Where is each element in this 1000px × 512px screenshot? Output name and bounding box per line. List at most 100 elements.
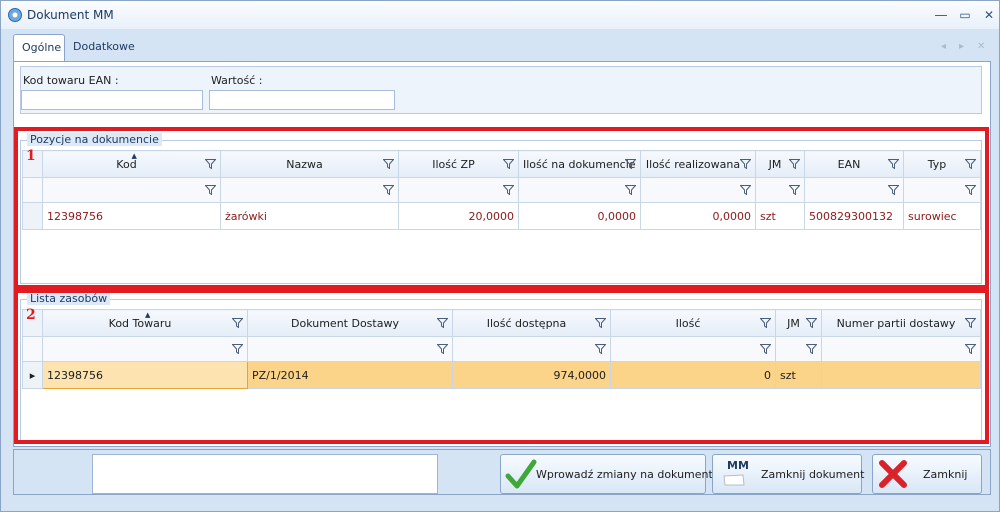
status-box <box>92 454 438 494</box>
filter-icon[interactable] <box>740 185 751 195</box>
filter-cell[interactable] <box>903 177 981 203</box>
cell-ilosc-dostepna[interactable]: 974,0000 <box>452 361 611 389</box>
column-header-ilosc-real[interactable]: Ilość realizowana <box>640 150 756 178</box>
annotation-number-2: 2 <box>26 307 36 323</box>
filter-cell[interactable] <box>610 336 776 362</box>
tab-general[interactable]: Ogólne <box>13 34 65 62</box>
filter-icon[interactable] <box>625 159 636 169</box>
cell-ilosc[interactable]: 0 <box>610 361 776 389</box>
filter-icon[interactable] <box>232 318 243 328</box>
filter-icon[interactable] <box>503 159 514 169</box>
table-row-selected[interactable]: ▸ 12398756 PZ/1/2014 974,0000 0 szt <box>22 361 981 389</box>
cell-ilosc-zp[interactable]: 20,0000 <box>398 202 519 230</box>
column-header-ilosc-dok[interactable]: Ilość na dokumencie <box>518 150 641 178</box>
filter-cell[interactable] <box>220 177 399 203</box>
cell-ilosc-real[interactable]: 0,0000 <box>640 202 756 230</box>
filter-cell[interactable] <box>804 177 904 203</box>
filter-icon[interactable] <box>740 159 751 169</box>
filter-icon[interactable] <box>205 159 216 169</box>
column-header-jm[interactable]: JM <box>775 309 822 337</box>
filter-icon[interactable] <box>625 185 636 195</box>
filter-icon[interactable] <box>760 318 771 328</box>
column-header-ilosc[interactable]: Ilość <box>610 309 776 337</box>
column-header-kod[interactable]: ▲ Kod <box>42 150 221 178</box>
filter-cell[interactable] <box>398 177 519 203</box>
filter-icon[interactable] <box>789 185 800 195</box>
tab-close-icon[interactable]: ✕ <box>977 41 989 52</box>
cell-jm[interactable]: szt <box>755 202 805 230</box>
cell-kod-towaru[interactable]: 12398756 <box>42 361 248 389</box>
filter-cell[interactable] <box>518 177 641 203</box>
app-gear-icon <box>8 8 22 22</box>
minimize-icon[interactable]: ― <box>931 5 951 25</box>
column-header-ilosc-zp[interactable]: Ilość ZP <box>398 150 519 178</box>
window: Dokument MM ― ▭ ✕ Ogólne Dodatkowe ◂ ▸ ✕… <box>0 0 1000 512</box>
filter-cell[interactable] <box>640 177 756 203</box>
tab-additional[interactable]: Dodatkowe <box>65 34 143 62</box>
title-bar: Dokument MM ― ▭ ✕ <box>1 1 999 29</box>
filter-icon[interactable] <box>595 318 606 328</box>
maximize-icon[interactable]: ▭ <box>955 5 975 25</box>
filter-cell[interactable] <box>775 336 822 362</box>
cell-jm[interactable]: szt <box>775 361 822 389</box>
filter-icon[interactable] <box>760 344 771 354</box>
close-document-label: Zamknij dokument <box>761 468 865 481</box>
column-header-jm[interactable]: JM <box>755 150 805 178</box>
filter-row <box>22 177 981 203</box>
sort-asc-icon: ▲ <box>145 311 151 319</box>
document-mm-icon-text: MM <box>727 459 749 472</box>
table-row[interactable]: 12398756 żarówki 20,0000 0,0000 0,0000 s… <box>22 202 981 230</box>
filter-cell[interactable] <box>452 336 611 362</box>
filter-icon[interactable] <box>888 159 899 169</box>
filter-icon[interactable] <box>437 344 448 354</box>
filter-icon[interactable] <box>789 159 800 169</box>
filter-cell[interactable] <box>42 336 248 362</box>
cell-kod[interactable]: 12398756 <box>42 202 221 230</box>
column-header-ilosc-dostepna[interactable]: Ilość dostępna <box>452 309 611 337</box>
document-sheet-icon <box>723 474 745 486</box>
column-header-kod-towaru[interactable]: ▲ Kod Towaru <box>42 309 248 337</box>
filter-icon[interactable] <box>437 318 448 328</box>
close-document-button[interactable]: MM Zamknij dokument <box>712 454 865 494</box>
filter-row-indicator <box>22 177 43 203</box>
value-label: Wartość : <box>211 74 263 87</box>
filter-icon[interactable] <box>806 318 817 328</box>
filter-cell[interactable] <box>821 336 981 362</box>
close-icon[interactable]: ✕ <box>979 5 999 25</box>
column-header-nazwa[interactable]: Nazwa <box>220 150 399 178</box>
document-mm-icon: MM <box>723 459 753 489</box>
ean-input[interactable] <box>21 90 203 110</box>
filter-icon[interactable] <box>383 159 394 169</box>
column-header-typ[interactable]: Typ <box>903 150 981 178</box>
filter-icon[interactable] <box>503 185 514 195</box>
filter-icon[interactable] <box>595 344 606 354</box>
filter-icon[interactable] <box>965 185 976 195</box>
cell-ilosc-dok[interactable]: 0,0000 <box>518 202 641 230</box>
cell-typ[interactable]: surowiec <box>903 202 981 230</box>
filter-icon[interactable] <box>965 344 976 354</box>
filter-icon[interactable] <box>965 318 976 328</box>
filter-icon[interactable] <box>383 185 394 195</box>
filter-icon[interactable] <box>888 185 899 195</box>
tab-next-icon[interactable]: ▸ <box>959 41 971 52</box>
resources-grid: ▲ Kod Towaru Dokument Dostawy Ilość dostę… <box>22 309 981 389</box>
cell-nazwa[interactable]: żarówki <box>220 202 399 230</box>
close-button[interactable]: Zamknij <box>872 454 982 494</box>
filter-icon[interactable] <box>965 159 976 169</box>
cell-dokument-dostawy[interactable]: PZ/1/2014 <box>247 361 453 389</box>
filter-cell[interactable] <box>247 336 453 362</box>
window-title: Dokument MM <box>27 8 114 22</box>
tab-prev-icon[interactable]: ◂ <box>941 41 953 52</box>
filter-icon[interactable] <box>232 344 243 354</box>
cell-ean[interactable]: 500829300132 <box>804 202 904 230</box>
column-header-ean[interactable]: EAN <box>804 150 904 178</box>
value-input[interactable] <box>209 90 395 110</box>
filter-cell[interactable] <box>755 177 805 203</box>
column-header-dokument-dostawy[interactable]: Dokument Dostawy <box>247 309 453 337</box>
column-header-numer-partii[interactable]: Numer partii dostawy <box>821 309 981 337</box>
apply-changes-button[interactable]: Wprowadź zmiany na dokument <box>500 454 713 494</box>
filter-icon[interactable] <box>205 185 216 195</box>
filter-cell[interactable] <box>42 177 221 203</box>
filter-icon[interactable] <box>806 344 817 354</box>
cell-numer-partii[interactable] <box>821 361 981 389</box>
